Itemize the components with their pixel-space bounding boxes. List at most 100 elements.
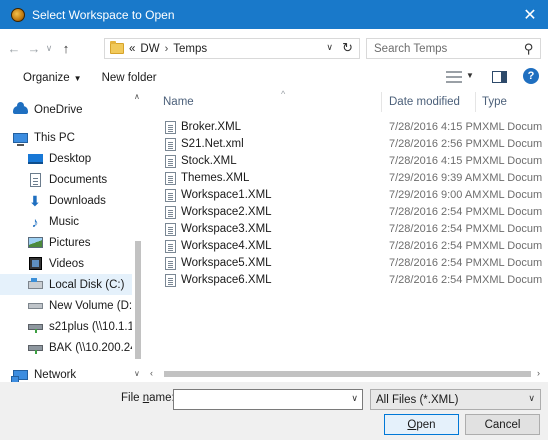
file-date: 7/29/2016 9:39 AM: [389, 172, 482, 184]
file-list-horizontal-scrollbar[interactable]: ‹ ›: [145, 366, 548, 382]
file-row[interactable]: Workspace5.XML 7/28/2016 2:54 PM XML Doc…: [145, 255, 548, 272]
nav-item-this-pc[interactable]: This PC: [0, 127, 132, 148]
onedrive-cloud-icon: [12, 101, 28, 114]
open-button[interactable]: Open: [384, 414, 459, 435]
search-input[interactable]: [374, 42, 514, 55]
view-options-caret-icon[interactable]: ▼: [466, 71, 474, 80]
nav-item-new-volume[interactable]: New Volume (D:: [0, 295, 132, 316]
file-name-input[interactable]: [174, 390, 344, 409]
nav-item-pictures[interactable]: Pictures: [0, 232, 132, 253]
address-row: ← → ∨ ↑ « DW › Temps ∨ ↻ ⚲: [0, 29, 548, 67]
address-dropdown-icon[interactable]: ∨: [326, 42, 333, 53]
pictures-icon: [27, 237, 43, 248]
nav-item-videos[interactable]: Videos: [0, 253, 132, 274]
file-type: XML Docum: [482, 240, 543, 252]
navigation-pane-scrollbar[interactable]: ∧ ∨: [131, 88, 145, 382]
search-box[interactable]: ⚲: [366, 38, 541, 59]
scroll-left-icon[interactable]: ‹: [150, 368, 153, 378]
column-divider[interactable]: [381, 92, 382, 112]
local-disk-icon: [27, 277, 43, 289]
breadcrumb-temps[interactable]: Temps: [173, 43, 207, 55]
file-row[interactable]: Workspace1.XML 7/29/2016 9:00 AM XML Doc…: [145, 187, 548, 204]
nav-item-label: This PC: [34, 131, 75, 144]
file-row[interactable]: Workspace3.XML 7/28/2016 2:54 PM XML Doc…: [145, 221, 548, 238]
file-list: Name ^ Date modified Type Broker.XML 7/2…: [145, 88, 548, 382]
address-bar[interactable]: « DW › Temps ∨ ↻: [104, 38, 360, 59]
new-folder-button[interactable]: New folder: [102, 72, 157, 84]
breadcrumb-overflow[interactable]: «: [129, 43, 135, 55]
file-row[interactable]: Stock.XML 7/28/2016 4:15 PM XML Docum: [145, 153, 548, 170]
file-date: 7/28/2016 4:15 PM: [389, 121, 482, 133]
forward-button[interactable]: →: [25, 38, 43, 58]
file-type: XML Docum: [482, 223, 543, 235]
nav-item-label: Videos: [49, 257, 84, 270]
file-type: XML Docum: [482, 274, 543, 286]
file-row[interactable]: Workspace2.XML 7/28/2016 2:54 PM XML Doc…: [145, 204, 548, 221]
downloads-icon: ⬇: [29, 192, 41, 209]
file-row[interactable]: Broker.XML 7/28/2016 4:15 PM XML Docum: [145, 119, 548, 136]
view-options-icon[interactable]: [446, 71, 462, 83]
scroll-thumb[interactable]: [135, 241, 141, 359]
column-header-date-modified[interactable]: Date modified: [389, 88, 479, 116]
file-type-select[interactable]: All Files (*.XML) ∨: [370, 389, 541, 410]
sort-ascending-icon: ^: [281, 89, 286, 99]
nav-item-bak[interactable]: BAK (\\10.200.24: [0, 337, 132, 358]
window-title: Select Workspace to Open: [32, 7, 175, 22]
file-name: Stock.XML: [181, 155, 237, 167]
breadcrumb-separator[interactable]: ›: [165, 43, 169, 55]
nav-item-documents[interactable]: Documents: [0, 169, 132, 190]
scroll-right-icon[interactable]: ›: [537, 368, 540, 378]
file-type: XML Docum: [482, 155, 543, 167]
nav-item-label: s21plus (\\10.1.1: [49, 320, 132, 333]
nav-item-label: BAK (\\10.200.24: [49, 341, 132, 354]
breadcrumb-dw[interactable]: DW: [140, 43, 159, 55]
music-icon: ♪: [31, 213, 39, 230]
nav-item-label: Music: [49, 215, 80, 228]
file-row[interactable]: S21.Net.xml 7/28/2016 2:56 PM XML Docum: [145, 136, 548, 153]
file-date: 7/28/2016 2:54 PM: [389, 223, 482, 235]
xml-file-icon: [165, 155, 176, 168]
file-name-label-part: ame:: [149, 392, 175, 404]
column-header-label: Date modified: [389, 96, 460, 108]
file-row[interactable]: Themes.XML 7/29/2016 9:39 AM XML Docum: [145, 170, 548, 187]
cancel-button[interactable]: Cancel: [465, 414, 540, 435]
column-header-name[interactable]: Name: [163, 88, 373, 116]
nav-item-music[interactable]: ♪ Music: [0, 211, 132, 232]
file-row[interactable]: Workspace6.XML 7/28/2016 2:54 PM XML Doc…: [145, 272, 548, 289]
file-date: 7/28/2016 2:54 PM: [389, 257, 482, 269]
organize-button[interactable]: Organize ▼: [23, 72, 82, 84]
file-type-dropdown-icon: ∨: [528, 393, 535, 403]
xml-file-icon: [165, 206, 176, 219]
file-name-combobox[interactable]: ∨: [173, 389, 363, 410]
preview-pane-icon[interactable]: [492, 71, 507, 83]
file-name-dropdown-icon[interactable]: ∨: [351, 393, 358, 404]
open-access-key: O: [407, 418, 417, 431]
nav-item-onedrive[interactable]: OneDrive: [0, 99, 132, 120]
computer-icon: [12, 132, 28, 146]
scroll-down-icon[interactable]: ∨: [134, 369, 140, 378]
up-button[interactable]: ↑: [57, 38, 75, 58]
nav-item-desktop[interactable]: Desktop: [0, 148, 132, 169]
recent-locations-dropdown[interactable]: ∨: [43, 38, 55, 58]
nav-item-downloads[interactable]: ⬇ Downloads: [0, 190, 132, 211]
search-icon[interactable]: ⚲: [524, 41, 534, 57]
column-header-label: Name: [163, 96, 194, 108]
nav-item-s21plus[interactable]: s21plus (\\10.1.1: [0, 316, 132, 337]
command-bar: Organize ▼ New folder ▼ ?: [0, 67, 548, 88]
scroll-up-icon[interactable]: ∧: [134, 92, 140, 101]
xml-file-icon: [165, 223, 176, 236]
nav-item-local-disk[interactable]: Local Disk (C:): [0, 274, 132, 295]
xml-file-icon: [165, 172, 176, 185]
column-divider[interactable]: [475, 92, 476, 112]
column-header-type[interactable]: Type: [482, 88, 548, 116]
scroll-thumb[interactable]: [164, 371, 531, 377]
title-bar: Select Workspace to Open ✕: [0, 0, 548, 29]
back-button[interactable]: ←: [5, 38, 23, 58]
help-icon[interactable]: ?: [523, 68, 539, 84]
close-button[interactable]: ✕: [512, 0, 548, 29]
organize-caret-icon: ▼: [73, 73, 82, 83]
refresh-icon[interactable]: ↻: [342, 40, 353, 56]
file-date: 7/28/2016 4:15 PM: [389, 155, 482, 167]
file-row[interactable]: Workspace4.XML 7/28/2016 2:54 PM XML Doc…: [145, 238, 548, 255]
file-type: XML Docum: [482, 189, 543, 201]
